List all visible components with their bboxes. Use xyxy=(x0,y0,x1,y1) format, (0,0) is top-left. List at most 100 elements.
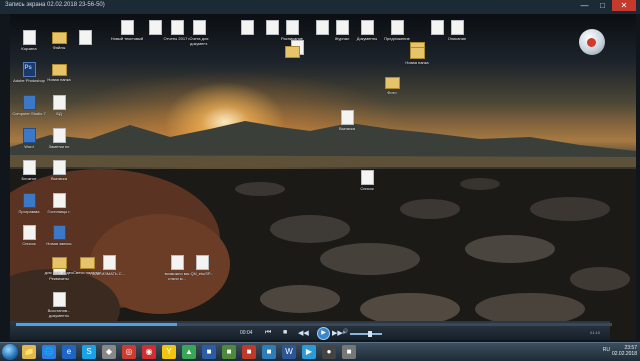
folder-icon xyxy=(51,32,67,44)
desktop-icon[interactable]: Заметки по xyxy=(42,128,76,149)
desktop-icon-label: Гостиницы г. xyxy=(47,209,71,214)
seek-progress xyxy=(16,323,177,326)
play-button[interactable]: ▶ xyxy=(317,327,330,340)
clock[interactable]: 23:57 02.02.2018 xyxy=(612,345,637,357)
desktop-icon[interactable]: Выписка xyxy=(42,160,76,181)
prev-button[interactable]: ⏮ xyxy=(265,329,271,337)
volume-slider[interactable] xyxy=(350,331,382,337)
taskbar-app-button[interactable]: ■ xyxy=(342,345,356,359)
folder-icon xyxy=(409,47,425,59)
desktop-icon[interactable]: КАК ИЗМАТЬ С... xyxy=(92,255,126,276)
desktop-icon-label: Список xyxy=(22,241,36,246)
rewind-button[interactable]: ◀◀ xyxy=(298,329,309,337)
close-button[interactable]: ✕ xyxy=(612,0,636,11)
taskbar-app-button[interactable]: ■ xyxy=(202,345,216,359)
desktop-icon[interactable]: Счета для документ. xyxy=(182,20,216,46)
taskbar-app-button[interactable]: 📁 xyxy=(22,345,36,359)
taskbar-app-button[interactable]: ● xyxy=(322,345,336,359)
app-icon xyxy=(52,225,66,240)
desktop-icon[interactable]: Новая папка xyxy=(400,45,434,65)
desktop-icon-label: Выписка xyxy=(50,176,67,181)
desktop-icon[interactable]: Computer Studio 7 xyxy=(12,95,46,116)
desktop-icon[interactable]: Гостиницы г. xyxy=(42,193,76,214)
taskbar-app-button[interactable]: ◉ xyxy=(142,345,156,359)
language-indicator[interactable]: RU xyxy=(603,347,610,353)
desktop-icon[interactable] xyxy=(68,30,102,46)
remaining-time: 01:10 xyxy=(590,330,601,335)
taskbar-app-button[interactable]: ▲ xyxy=(182,345,196,359)
desktop-icon-label: Фото xyxy=(387,90,397,95)
taskbar-app-button[interactable]: e xyxy=(62,345,76,359)
desktop-icon-label: Корзина xyxy=(21,46,37,51)
volume-icon[interactable]: 🔊 xyxy=(342,329,348,335)
maximize-button[interactable]: □ xyxy=(594,0,611,11)
desktop-icon-label: КАК ИЗМАТЬ С... xyxy=(93,271,125,276)
desktop-icon[interactable]: Описание xyxy=(440,20,474,41)
desktop-icon[interactable]: Новая папка xyxy=(42,62,76,82)
desktop-icon-label: Новая запись xyxy=(46,241,72,246)
desktop-icon-label: Заметки по xyxy=(48,144,70,149)
seek-bar[interactable] xyxy=(16,323,612,326)
desktop-icon[interactable]: Блокнот xyxy=(12,160,46,181)
folder-icon xyxy=(384,77,400,89)
desktop-icon[interactable]: Новая запись xyxy=(42,225,76,246)
taskbar-app-button[interactable]: ■ xyxy=(222,345,236,359)
document-icon xyxy=(22,160,36,175)
desktop-icon[interactable]: QN_ekuSP... xyxy=(185,255,219,276)
minimize-button[interactable]: — xyxy=(576,0,593,11)
taskbar-app-button[interactable]: ◆ xyxy=(102,345,116,359)
folder-icon xyxy=(51,257,67,269)
desktop-icon[interactable]: Программа xyxy=(12,193,46,214)
desktop-icon[interactable]: Корзина xyxy=(12,30,46,51)
desktop-icon[interactable]: Предложение xyxy=(380,20,414,41)
desktop-icon[interactable]: Документы xyxy=(350,20,384,41)
desktop-icon-label: Блокнот xyxy=(21,176,37,181)
taskbar-app-button[interactable]: ◎ xyxy=(122,345,136,359)
desktop-icon[interactable]: Список xyxy=(12,225,46,246)
document-icon xyxy=(285,20,299,35)
document-icon xyxy=(78,30,92,45)
document-icon xyxy=(102,255,116,270)
desktop-icon[interactable]: Adobe Photoshop xyxy=(12,62,46,83)
document-icon xyxy=(52,292,66,307)
desktop-icon[interactable]: Word xyxy=(12,128,46,149)
desktop-icon-label: Программа xyxy=(18,209,40,214)
app-icon xyxy=(22,193,36,208)
start-button[interactable] xyxy=(2,344,18,360)
folder-icon xyxy=(51,64,67,76)
desktop-icon-label: Computer Studio 7 xyxy=(12,111,46,116)
window-title: Запись экрана 02.02.2018 23-56-50) xyxy=(5,2,105,8)
app-icon xyxy=(22,128,36,143)
taskbar-app-button[interactable]: Y xyxy=(162,345,176,359)
desktop-icon[interactable]: БД xyxy=(42,95,76,116)
desktop-icon-label: QN_ekuSP... xyxy=(190,271,214,276)
taskbar-app-button[interactable]: W xyxy=(282,345,296,359)
document-icon xyxy=(360,20,374,35)
document-icon xyxy=(335,20,349,35)
desktop-icon[interactable]: Восстанов... документы xyxy=(42,292,76,318)
desktop-wallpaper: КорзинаФайлыAdobe PhotoshopНовая папкаCo… xyxy=(10,14,636,340)
taskbar-app-button[interactable]: ■ xyxy=(242,345,256,359)
desktop-icon-label: Список xyxy=(360,186,374,191)
mountain-silhouette xyxy=(10,121,636,167)
desktop-icon[interactable]: Список xyxy=(350,170,384,191)
media-player-orb-icon[interactable] xyxy=(579,29,605,55)
taskbar-app-button[interactable]: ■ xyxy=(262,345,276,359)
desktop-icon[interactable] xyxy=(275,44,309,59)
taskbar-app-button[interactable]: ▶ xyxy=(302,345,316,359)
desktop-icon[interactable]: Выписка xyxy=(330,110,364,131)
document-icon xyxy=(390,20,404,35)
taskbar-app-button[interactable]: 🌐 xyxy=(42,345,56,359)
document-icon xyxy=(52,193,66,208)
desktop-icon[interactable]: Фото xyxy=(375,75,409,95)
document-icon xyxy=(192,20,206,35)
taskbar-app-button[interactable]: S xyxy=(82,345,96,359)
desktop-icon-label: Новая папка xyxy=(405,60,429,65)
desktop-icon-label: Новый текстовый xyxy=(110,36,144,41)
desktop-icon-label: БД xyxy=(56,111,62,116)
document-icon xyxy=(195,255,209,270)
desktop-icon[interactable]: Расписание xyxy=(275,20,309,41)
stop-button[interactable]: ■ xyxy=(283,329,287,336)
folder-icon xyxy=(284,46,300,58)
document-icon xyxy=(360,170,374,185)
